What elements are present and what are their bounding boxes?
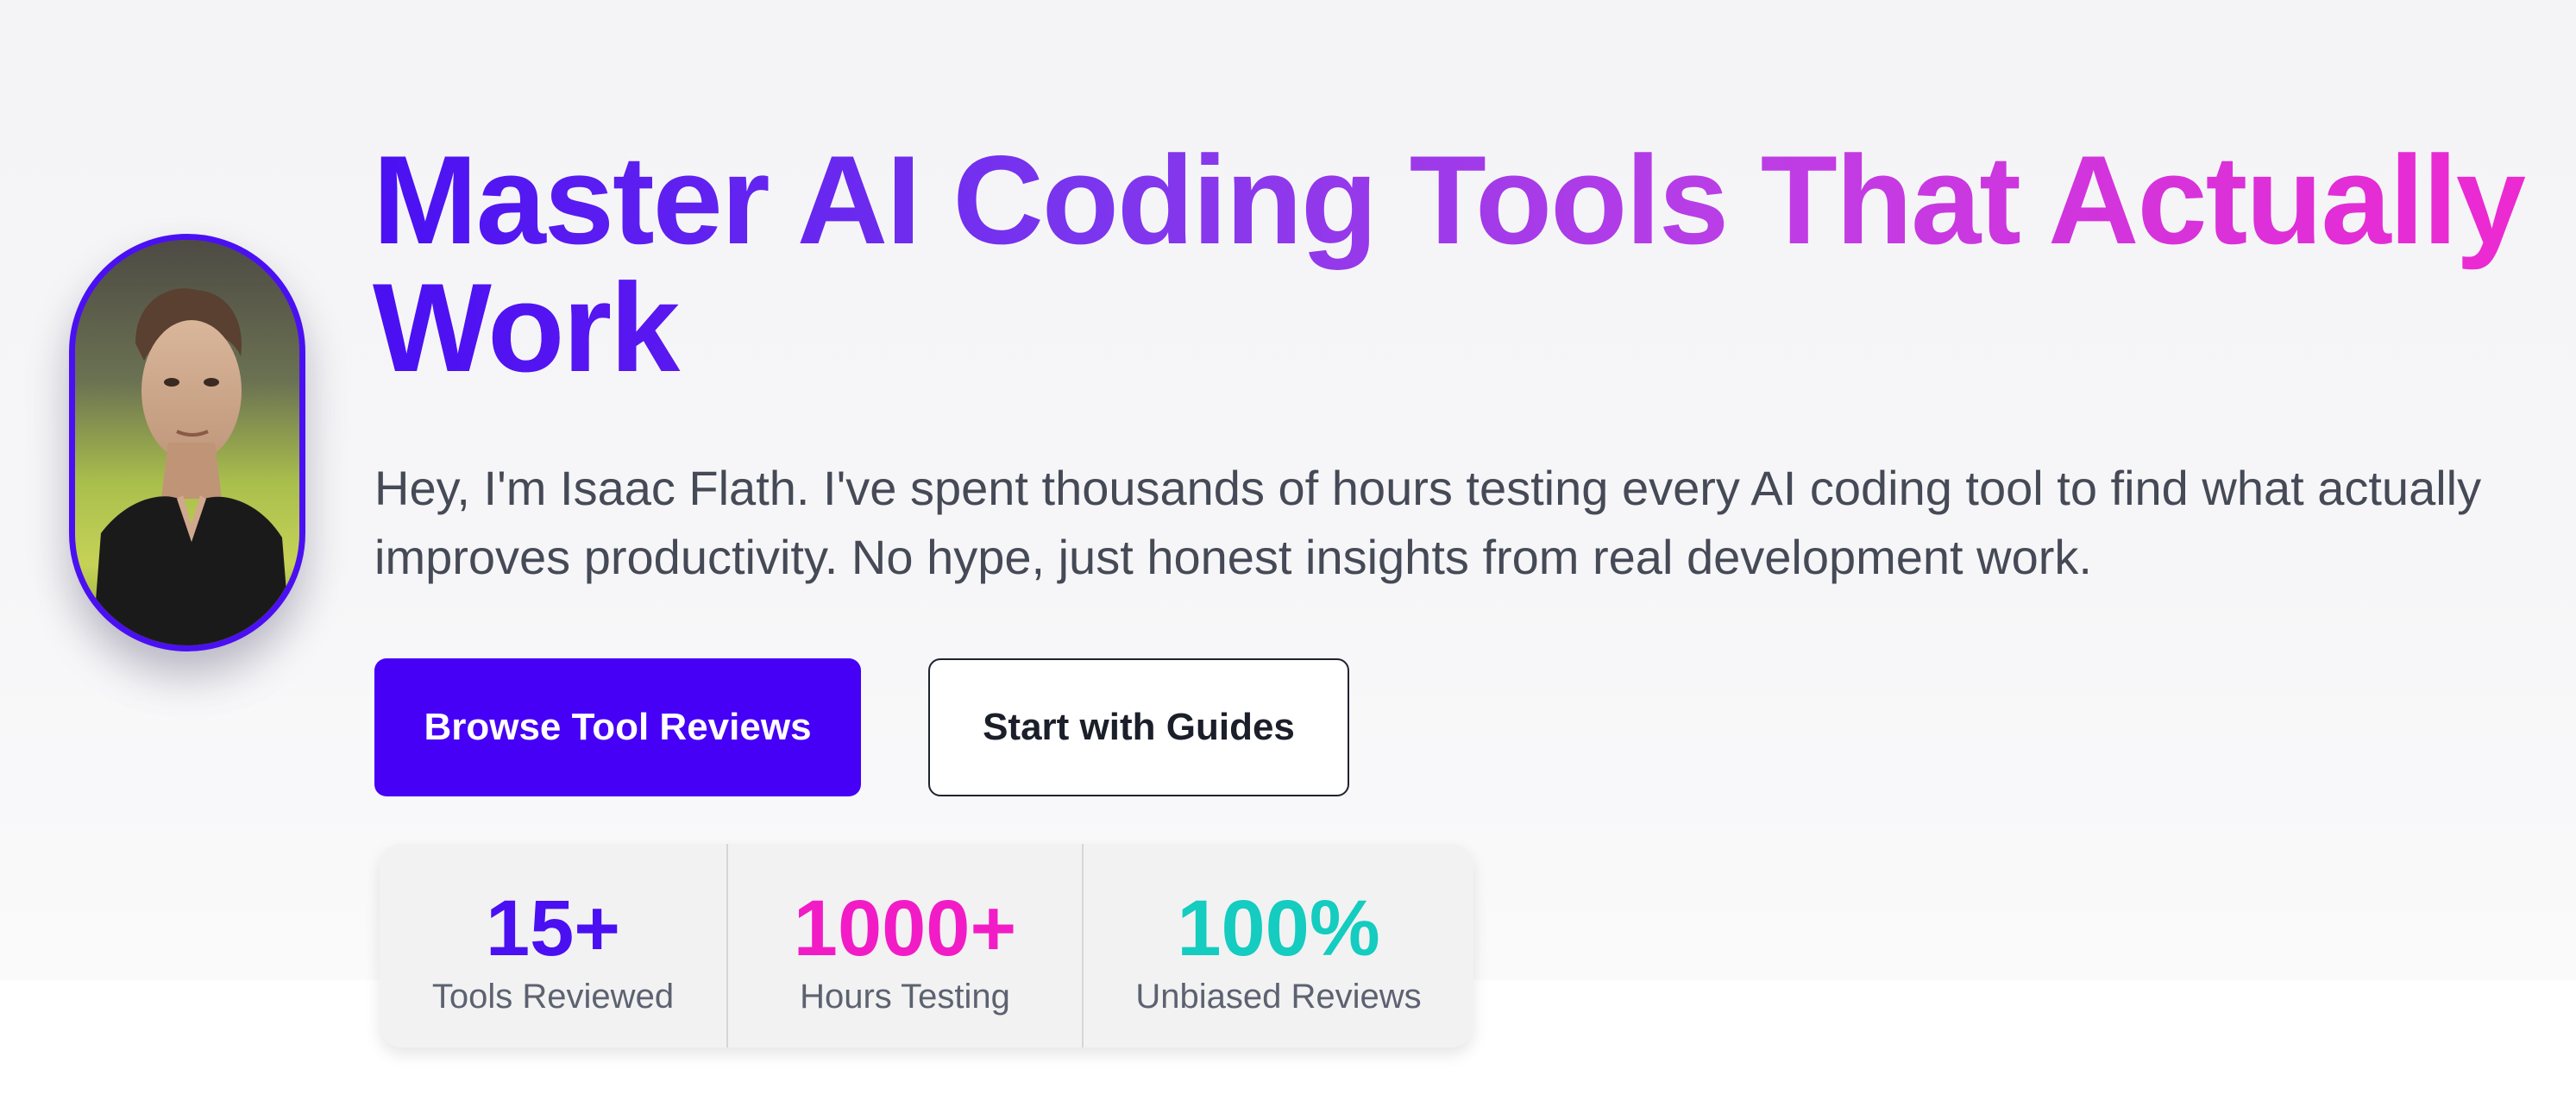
stat-hours-testing: 1000+ Hours Testing [726,844,1082,1048]
start-with-guides-button[interactable]: Start with Guides [928,658,1349,796]
person-portrait-icon [75,240,299,645]
page-title-line-1: Master AI Coding Tools That Actually [373,129,2524,270]
stat-unbiased-reviews: 100% Unbiased Reviews [1082,844,1473,1048]
stat-label: Unbiased Reviews [1135,978,1422,1016]
page-title: Master AI Coding Tools That Actually Wor… [373,136,2564,392]
stat-label: Tools Reviewed [431,978,675,1016]
browse-tool-reviews-label: Browse Tool Reviews [424,706,812,748]
start-with-guides-label: Start with Guides [983,706,1295,748]
stats-panel: 15+ Tools Reviewed 1000+ Hours Testing 1… [380,844,1473,1048]
stat-value: 100% [1177,884,1380,972]
intro-line-1: Hey, I'm Isaac Flath. I've spent thousan… [374,461,2482,515]
author-avatar [69,234,305,651]
intro-line-2: improves productivity. No hype, just hon… [374,530,2092,584]
stat-value: 15+ [485,884,621,972]
stat-tools-reviewed: 15+ Tools Reviewed [380,844,726,1048]
browse-tool-reviews-button[interactable]: Browse Tool Reviews [374,658,861,796]
intro-text: Hey, I'm Isaac Flath. I've spent thousan… [374,454,2557,592]
page-title-line-2: Work [373,257,680,398]
stat-value: 1000+ [793,884,1017,972]
stat-label: Hours Testing [800,978,1010,1016]
